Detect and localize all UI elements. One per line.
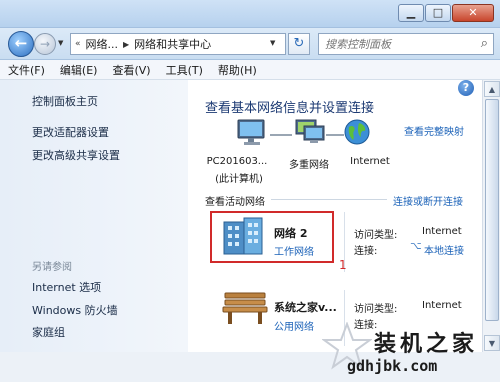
map-computer-sublabel: (此计算机) — [215, 174, 263, 185]
refresh-button[interactable]: ↻ — [288, 33, 310, 55]
address-box[interactable]: « 网络... ▶ 网络和共享中心 — [70, 33, 286, 55]
menu-tools[interactable]: 工具(T) — [166, 62, 203, 78]
scroll-up-button[interactable]: ▲ — [484, 81, 500, 97]
sidebar-link-control-panel-home[interactable]: 控制面板主页 — [32, 93, 98, 109]
sidebar-link-internet-options[interactable]: Internet 选项 — [32, 279, 101, 295]
refresh-icon: ↻ — [293, 36, 305, 51]
sidebar-link-adapter-settings[interactable]: 更改适配器设置 — [32, 124, 109, 140]
network-2-name: 系统之家v... — [274, 301, 337, 314]
address-bar: ← → ▼ « 网络... ▶ 网络和共享中心 ▼ ↻ ⌕ — [0, 28, 500, 60]
network-1-access-value: Internet — [422, 226, 462, 237]
scroll-thumb[interactable] — [485, 99, 499, 321]
title-bar: ▁ □ ✕ — [0, 0, 500, 28]
map-internet-label: Internet — [350, 156, 390, 167]
menu-edit[interactable]: 编辑(E) — [60, 62, 98, 78]
vertical-scrollbar[interactable]: ▲ ▼ — [482, 80, 500, 352]
minimize-button[interactable]: ▁ — [398, 4, 424, 22]
search-box[interactable]: ⌕ — [318, 33, 494, 55]
back-button[interactable]: ← — [8, 31, 34, 57]
arrow-right-icon: → — [39, 37, 51, 51]
close-button[interactable]: ✕ — [452, 4, 494, 22]
network-1-connection-label: 连接: — [354, 246, 378, 257]
menu-bar: 文件(F) 编辑(E) 查看(V) 工具(T) 帮助(H) — [0, 60, 500, 80]
page-title: 查看基本网络信息并设置连接 — [205, 101, 375, 116]
map-link-computer-network — [270, 134, 292, 136]
address-dropdown[interactable]: ▼ — [270, 39, 275, 47]
network-2-type-link[interactable]: 公用网络 — [274, 318, 314, 333]
menu-view[interactable]: 查看(V) — [112, 62, 150, 78]
network-icon — [292, 117, 326, 150]
window-controls: ▁ □ ✕ — [397, 4, 494, 22]
active-networks-heading: 查看活动网络 — [205, 197, 265, 208]
recent-pages-dropdown[interactable]: ▼ — [58, 39, 63, 47]
breadcrumb-network[interactable]: 网络... — [86, 36, 119, 52]
search-input[interactable] — [319, 34, 469, 54]
network-1-local-connection-link[interactable]: 本地连接 — [424, 242, 464, 257]
menu-help[interactable]: 帮助(H) — [218, 62, 257, 78]
globe-icon — [343, 118, 371, 149]
watermark-url: gdhjbk.com — [347, 357, 438, 375]
divider — [271, 199, 387, 200]
network-1-access-label: 访问类型: — [354, 230, 398, 241]
network-2-access-value: Internet — [422, 300, 462, 311]
bench-network-icon[interactable] — [222, 290, 268, 329]
map-computer-label: PC201603... — [206, 156, 268, 167]
maximize-icon: □ — [432, 6, 444, 19]
close-icon: ✕ — [468, 6, 478, 19]
breadcrumb-sharing-center[interactable]: 网络和共享中心 — [134, 36, 211, 52]
left-pane: 控制面板主页 更改适配器设置 更改高级共享设置 另请参阅 Internet 选项… — [0, 80, 188, 352]
menu-file[interactable]: 文件(F) — [8, 62, 45, 78]
help-icon[interactable]: ? — [458, 80, 474, 96]
sidebar-link-homegroup[interactable]: 家庭组 — [32, 324, 65, 340]
sidebar-link-advanced-sharing[interactable]: 更改高级共享设置 — [32, 147, 120, 163]
connect-disconnect-link[interactable]: 连接或断开连接 — [393, 193, 463, 208]
view-full-map-link[interactable]: 查看完整映射 — [404, 123, 464, 138]
computer-icon — [236, 118, 270, 151]
minimize-icon: ▁ — [406, 6, 416, 19]
annotation-number: 1 — [339, 258, 347, 272]
sidebar-link-windows-firewall[interactable]: Windows 防火墙 — [32, 302, 118, 318]
arrow-left-icon: ← — [14, 34, 28, 52]
maximize-button[interactable]: □ — [425, 4, 451, 22]
adapter-icon: ⌥ — [410, 241, 422, 252]
see-also-heading: 另请参阅 — [32, 262, 72, 273]
breadcrumb-separator-icon[interactable]: ▶ — [123, 40, 129, 49]
map-link-network-internet — [326, 134, 344, 136]
search-icon[interactable]: ⌕ — [481, 36, 488, 51]
highlight-box — [210, 211, 334, 263]
watermark-text: 装机之家 — [374, 332, 479, 357]
chevron-left-double-icon: « — [75, 39, 81, 49]
scroll-down-button[interactable]: ▼ — [484, 335, 500, 351]
forward-button[interactable]: → — [34, 33, 56, 55]
map-network-label: 多重网络 — [289, 160, 329, 171]
network-2-access-label: 访问类型: — [354, 304, 398, 315]
